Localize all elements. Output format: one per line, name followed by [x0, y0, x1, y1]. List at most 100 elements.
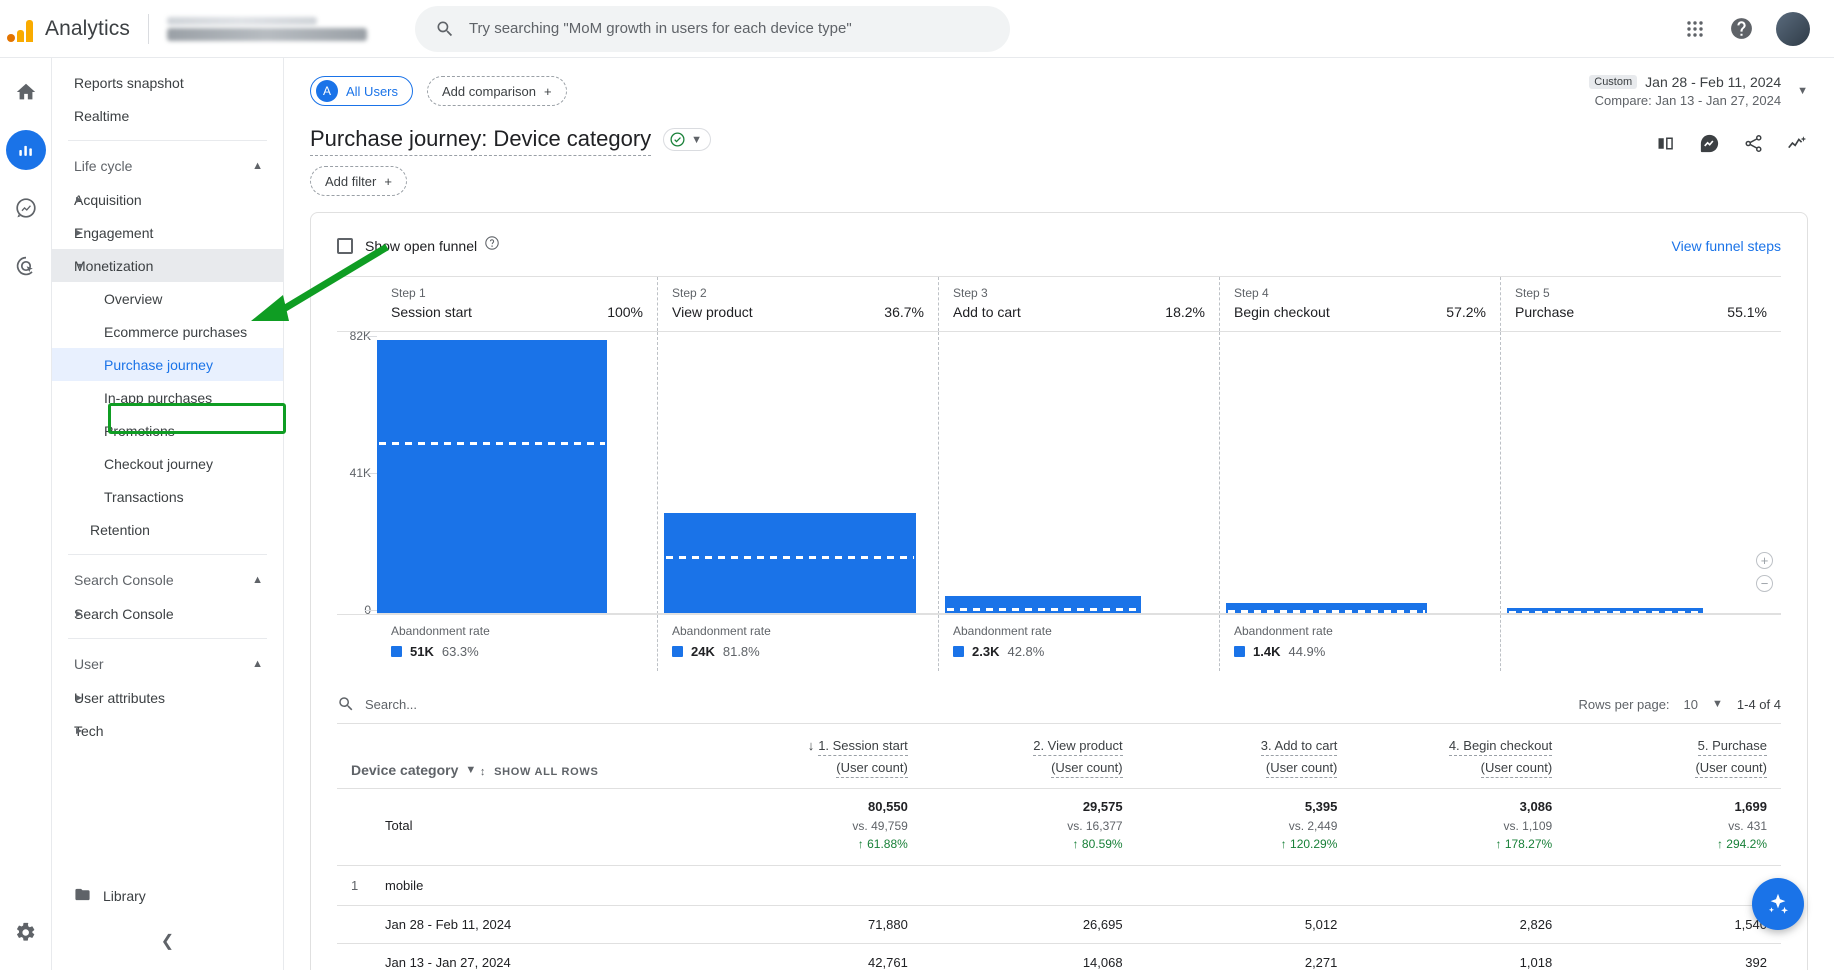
funnel-bar-cell[interactable]	[938, 332, 1219, 614]
total-cell: 1,699 vs. 431 ↑ 294.2%	[1566, 788, 1781, 866]
abandonment-value: 1.4K	[1253, 644, 1281, 659]
abandonment-value: 2.3K	[972, 644, 1000, 659]
funnel-step-rate: 55.1%	[1727, 304, 1767, 320]
add-filter-label: Add filter	[325, 173, 377, 189]
total-cell: 80,550 vs. 49,759 ↑ 61.88%	[707, 788, 922, 866]
date-range-selector[interactable]: Custom Jan 28 - Feb 11, 2024 Compare: Ja…	[1589, 74, 1808, 108]
total-compare: vs. 1,109	[1503, 819, 1553, 833]
funnel-step-number: Step 1	[391, 286, 426, 300]
sidebar-item-label: Retention	[90, 521, 150, 538]
row-period-label: Jan 13 - Jan 27, 2024	[371, 943, 707, 970]
report-status-badge[interactable]: ▼	[663, 128, 712, 151]
insights-icon[interactable]	[1698, 132, 1721, 155]
gemini-assistant-fab[interactable]	[1752, 878, 1804, 930]
row-value: 14,068	[921, 943, 1137, 970]
global-search[interactable]	[414, 5, 1010, 52]
rail-reports-icon[interactable]	[5, 130, 46, 170]
sidebar-item-in-app-purchases[interactable]: In-app purchases	[52, 381, 283, 414]
divider	[68, 554, 267, 555]
view-funnel-steps-link[interactable]: View funnel steps	[1672, 238, 1781, 254]
column-header-view-product[interactable]: 2. View product (User count)	[921, 724, 1137, 789]
total-cell: 5,395 vs. 2,449 ↑ 120.29%	[1136, 788, 1352, 866]
column-header-session-start[interactable]: ↓ 1. Session start (User count)	[707, 724, 922, 789]
funnel-plot-area: 82K 41K 0	[337, 329, 1781, 617]
funnel-bar-cell[interactable]	[1500, 332, 1781, 614]
show-all-rows-button[interactable]: ↕ SHOW ALL ROWS	[480, 766, 599, 778]
column-header-begin-checkout[interactable]: 4. Begin checkout (User count)	[1351, 724, 1567, 789]
add-filter-button[interactable]: Add filter +	[310, 166, 407, 196]
sidebar-item-checkout-journey[interactable]: Checkout journey	[52, 447, 283, 480]
sidebar-group-search-console[interactable]: Search Console ▲	[52, 563, 283, 597]
property-selector[interactable]	[166, 16, 367, 41]
analytics-logo-icon	[7, 16, 33, 42]
funnel-bar-cell[interactable]	[1219, 332, 1500, 614]
funnel-step-number: Step 2	[672, 286, 707, 300]
funnel-bar-cell[interactable]	[377, 332, 657, 614]
zoom-out-button[interactable]: −	[1756, 575, 1773, 592]
explore-trends-icon[interactable]	[1786, 133, 1808, 155]
sidebar-item-library[interactable]: Library	[52, 879, 283, 912]
sidebar-item-retention[interactable]: Retention	[52, 513, 283, 546]
sidebar-item-reports-snapshot[interactable]: Reports snapshot	[52, 66, 283, 99]
chevron-right-icon: ▶	[76, 726, 83, 735]
chevron-down-icon: ▼	[465, 764, 477, 776]
help-icon[interactable]	[484, 235, 500, 256]
sidebar-item-realtime[interactable]: Realtime	[52, 99, 283, 132]
all-users-comparison-chip[interactable]: A All Users	[310, 76, 414, 106]
sidebar-item-overview[interactable]: Overview	[52, 282, 283, 315]
sidebar-item-transactions[interactable]: Transactions	[52, 480, 283, 513]
total-delta: ↑ 120.29%	[1280, 837, 1338, 851]
abandonment-cell-empty	[1500, 615, 1781, 671]
chevron-down-icon[interactable]: ▼	[1797, 85, 1808, 97]
funnel-step-header[interactable]: Step 4 Begin checkout 57.2%	[1219, 277, 1500, 331]
funnel-step-name: Add to cart	[953, 304, 1021, 320]
search-input[interactable]	[468, 20, 990, 37]
rail-explore-icon[interactable]	[6, 188, 46, 228]
table-row[interactable]: Jan 28 - Feb 11, 2024 71,880 26,695 5,01…	[337, 905, 1781, 944]
sidebar-item-label: Monetization	[74, 257, 154, 274]
chevron-down-icon[interactable]: ▼	[1712, 698, 1723, 710]
sidebar-item-engagement[interactable]: ▶ Engagement	[52, 216, 283, 249]
compare-view-icon[interactable]	[1655, 133, 1676, 154]
collapse-sidebar-button[interactable]: ❮	[153, 926, 183, 956]
table-row[interactable]: 1 mobile	[337, 865, 1781, 906]
sidebar-group-user[interactable]: User ▲	[52, 647, 283, 681]
sidebar-item-promotions[interactable]: Promotions	[52, 414, 283, 447]
sidebar-group-life-cycle[interactable]: Life cycle ▲	[52, 149, 283, 183]
funnel-bar-cell[interactable]	[657, 332, 938, 614]
table-search-input[interactable]: Search...	[365, 697, 417, 712]
rail-home-icon[interactable]	[6, 72, 46, 112]
funnel-step-header[interactable]: Step 1 Session start 100%	[377, 277, 657, 331]
sidebar-item-ecommerce-purchases[interactable]: Ecommerce purchases	[52, 315, 283, 348]
rows-per-page-value[interactable]: 10	[1684, 697, 1698, 712]
sidebar-item-search-console[interactable]: ▶ Search Console	[52, 597, 283, 630]
column-unit: (User count)	[1265, 760, 1338, 778]
funnel-step-header[interactable]: Step 5 Purchase 55.1%	[1500, 277, 1781, 331]
check-circle-icon	[670, 132, 685, 147]
sidebar-item-monetization[interactable]: ▼ Monetization	[52, 249, 283, 282]
table-row[interactable]: Jan 13 - Jan 27, 2024 42,761 14,068 2,27…	[337, 943, 1781, 970]
rail-settings-gear-icon[interactable]	[6, 912, 46, 952]
rail-advertising-icon[interactable]	[6, 246, 46, 286]
sidebar-group-label: User	[74, 656, 104, 672]
apps-grid-icon[interactable]	[1683, 17, 1707, 41]
sidebar-item-user-attributes[interactable]: ▶ User attributes	[52, 681, 283, 714]
sidebar-item-tech[interactable]: ▶ Tech	[52, 714, 283, 747]
share-icon[interactable]	[1743, 133, 1764, 154]
funnel-step-header[interactable]: Step 3 Add to cart 18.2%	[938, 277, 1219, 331]
show-open-funnel-checkbox[interactable]	[337, 237, 353, 254]
column-unit: (User count)	[1480, 760, 1553, 778]
zoom-in-button[interactable]: +	[1756, 552, 1773, 569]
dimension-selector[interactable]: Device category ▼	[351, 762, 476, 778]
add-comparison-button[interactable]: Add comparison +	[427, 76, 567, 106]
sidebar-item-acquisition[interactable]: ▶ Acquisition	[52, 183, 283, 216]
help-icon[interactable]	[1729, 16, 1754, 41]
plus-icon: +	[543, 83, 552, 99]
user-avatar[interactable]	[1776, 11, 1810, 46]
funnel-bar	[663, 513, 916, 614]
column-header-purchase[interactable]: 5. Purchase (User count)	[1566, 724, 1781, 789]
column-header-add-to-cart[interactable]: 3. Add to cart (User count)	[1136, 724, 1352, 789]
sidebar-item-purchase-journey[interactable]: Purchase journey	[52, 348, 283, 381]
funnel-step-header[interactable]: Step 2 View product 36.7%	[657, 277, 938, 331]
abandonment-pct: 44.9%	[1288, 644, 1326, 659]
